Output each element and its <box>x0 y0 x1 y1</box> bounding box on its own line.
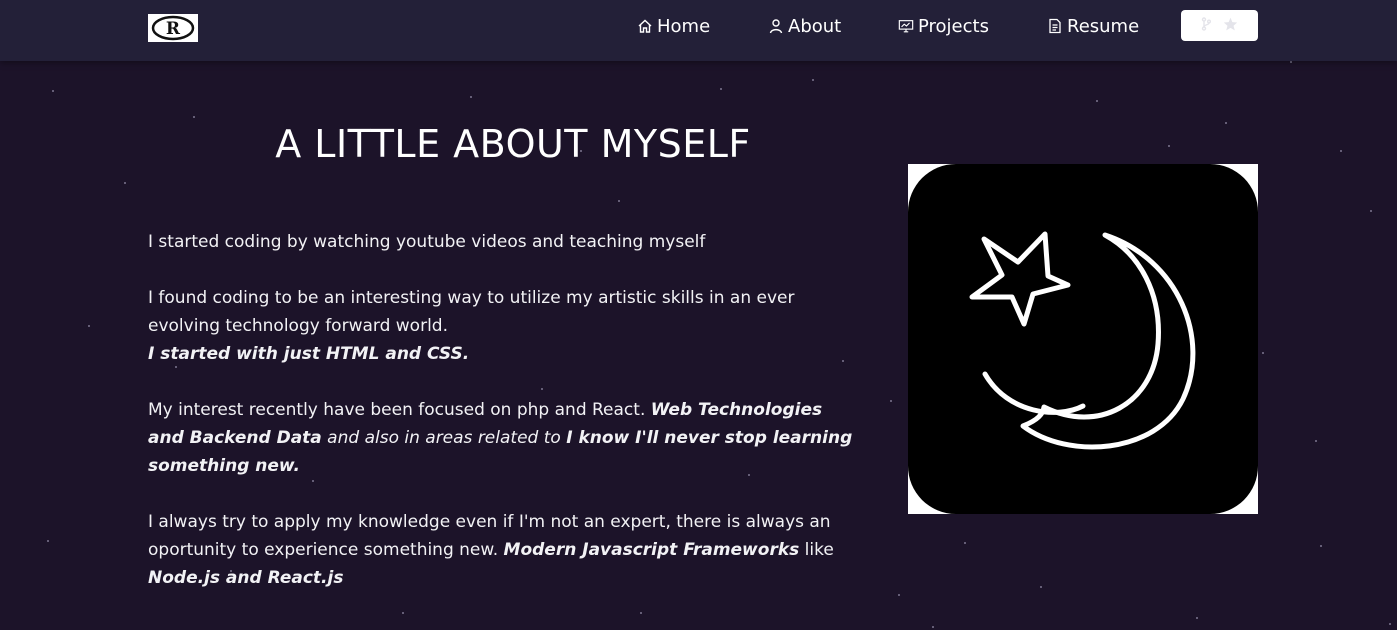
about-emphasis: Node.js and React.js <box>148 568 344 588</box>
nav-about-label: About <box>788 15 842 37</box>
presentation-icon <box>898 18 914 34</box>
fork-icon <box>1201 16 1211 35</box>
avatar-image <box>908 164 1258 514</box>
nav-projects-link[interactable]: Projects <box>898 14 989 38</box>
about-emphasis: I started with just HTML and CSS. <box>148 344 470 364</box>
document-icon <box>1047 18 1063 34</box>
nav-resume-label: Resume <box>1067 15 1140 37</box>
home-icon <box>637 18 653 34</box>
registered-logo-icon: R <box>151 15 195 41</box>
about-italic: and also in areas related to <box>321 428 567 448</box>
about-paragraph-1: I started coding by watching youtube vid… <box>148 228 863 256</box>
about-text: I started coding by watching youtube vid… <box>148 232 706 252</box>
star-and-crescent-icon <box>969 231 1196 450</box>
about-paragraph-3: My interest recently have been focused o… <box>148 396 863 480</box>
site-logo[interactable]: R <box>148 14 198 42</box>
about-emphasis: Modern Javascript Frameworks <box>503 540 800 560</box>
nav-projects-label: Projects <box>918 15 989 37</box>
nav-home-link[interactable]: Home <box>637 14 710 38</box>
user-icon <box>768 18 784 34</box>
nav-about-link[interactable]: About <box>768 14 841 38</box>
about-text: My interest recently have been focused o… <box>148 400 651 420</box>
top-navbar: R Home About Projects Resume <box>0 0 1397 61</box>
nav-resume-link[interactable]: Resume <box>1047 14 1139 38</box>
about-text: I found coding to be an interesting way … <box>148 288 795 336</box>
about-paragraph-4: I always try to apply my knowledge even … <box>148 508 863 592</box>
about-content: I started coding by watching youtube vid… <box>148 228 863 620</box>
svg-text:R: R <box>166 19 181 39</box>
star-icon <box>1223 16 1238 35</box>
about-title: A LITTLE ABOUT MYSELF <box>275 122 751 166</box>
github-fork-star-button[interactable] <box>1181 10 1258 41</box>
about-paragraph-2: I found coding to be an interesting way … <box>148 284 863 368</box>
about-text: like <box>799 540 834 560</box>
nav-home-label: Home <box>657 15 711 37</box>
avatar-frame <box>908 164 1258 514</box>
